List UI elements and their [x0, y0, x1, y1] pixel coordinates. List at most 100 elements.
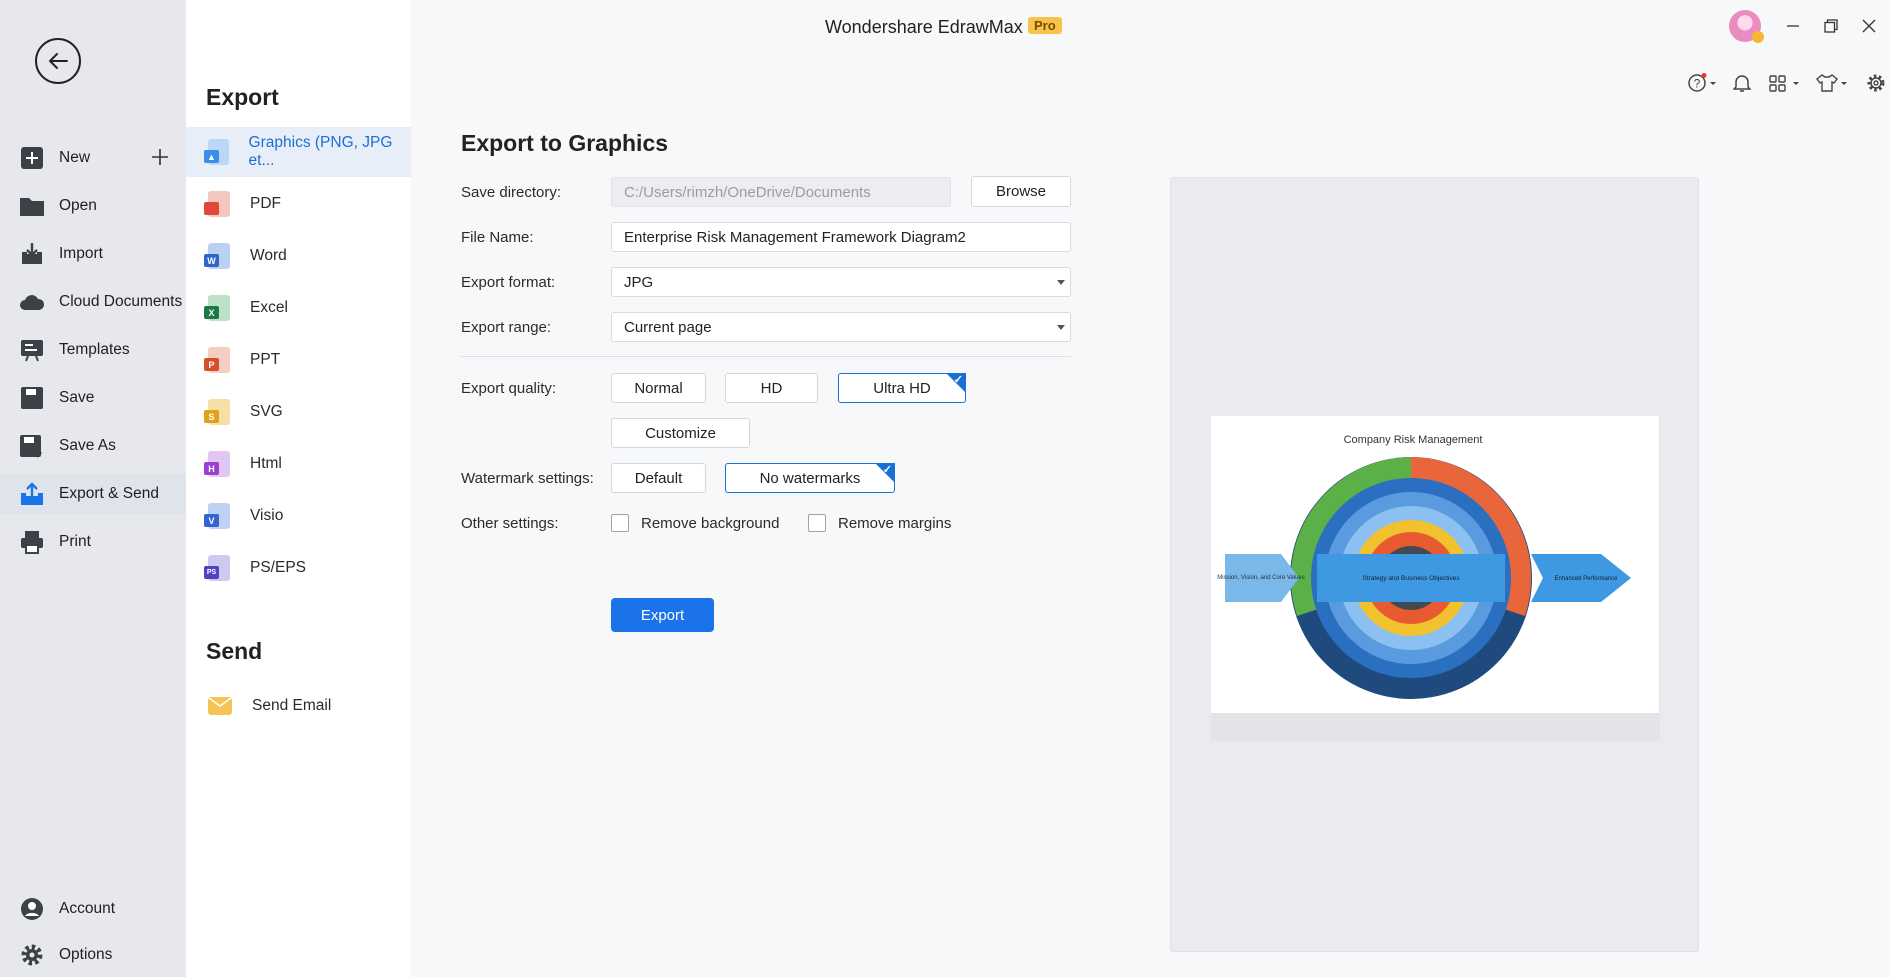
- export-range-label: Export range:: [461, 319, 552, 336]
- page-title: Export to Graphics: [461, 130, 669, 156]
- folder-icon: [19, 193, 45, 219]
- apps-grid-icon: [1769, 75, 1799, 92]
- menu-html[interactable]: H Html: [186, 439, 411, 489]
- watermark-default-button[interactable]: Default: [611, 463, 706, 493]
- nav-account[interactable]: Account: [0, 889, 186, 929]
- new-file-icon: [19, 145, 45, 171]
- visio-file-icon: V: [204, 503, 230, 529]
- divider: [461, 356, 1071, 357]
- restore-button[interactable]: [1819, 14, 1843, 38]
- svg-file-icon: S: [204, 399, 230, 425]
- excel-file-icon: X: [204, 295, 230, 321]
- no-watermarks-button[interactable]: No watermarks ✓: [725, 463, 895, 493]
- chevron-down-icon: [1057, 325, 1065, 330]
- ppt-file-icon: P: [204, 347, 230, 373]
- menu-graphics[interactable]: ▲ Graphics (PNG, JPG et...: [186, 127, 411, 177]
- word-file-icon: W: [204, 243, 230, 269]
- export-format-label: Export format:: [461, 274, 556, 291]
- export-range-select[interactable]: Current page: [611, 312, 1071, 342]
- save-directory-field: C:/Users/rimzh/OneDrive/Documents: [611, 177, 951, 207]
- menu-pdf[interactable]: PDF: [186, 179, 411, 229]
- customize-button[interactable]: Customize: [611, 418, 750, 448]
- nav-print-label: Print: [59, 533, 91, 550]
- account-icon: [19, 896, 45, 922]
- nav-open-label: Open: [59, 197, 97, 214]
- menu-svg-label: SVG: [250, 403, 283, 420]
- browse-button[interactable]: Browse: [971, 176, 1071, 207]
- menu-visio-label: Visio: [250, 507, 284, 524]
- nav-cloud-documents[interactable]: Cloud Documents: [0, 282, 186, 322]
- menu-ps-eps[interactable]: PS PS/EPS: [186, 543, 411, 593]
- eps-file-icon: PS: [204, 555, 230, 581]
- menu-graphics-label: Graphics (PNG, JPG et...: [248, 134, 393, 169]
- close-button[interactable]: [1857, 14, 1881, 38]
- menu-word[interactable]: W Word: [186, 231, 411, 281]
- cloud-icon: [19, 289, 45, 315]
- remove-background-checkbox[interactable]: [611, 514, 629, 532]
- nav-save-label: Save: [59, 389, 95, 406]
- nav-templates[interactable]: Templates: [0, 330, 186, 370]
- back-button[interactable]: [35, 38, 81, 84]
- menu-visio[interactable]: V Visio: [186, 491, 411, 541]
- quality-hd-button[interactable]: HD: [725, 373, 818, 403]
- printer-icon: [19, 529, 45, 555]
- nav-print[interactable]: Print: [0, 522, 186, 562]
- import-icon: [19, 241, 45, 267]
- navigation-rail: New Open Import Cloud Documents Template…: [0, 0, 186, 977]
- nav-new[interactable]: New: [0, 138, 186, 178]
- export-range-value: Current page: [624, 318, 712, 336]
- menu-pdf-label: PDF: [250, 195, 281, 212]
- menu-ppt[interactable]: P PPT: [186, 335, 411, 385]
- restore-icon: [1824, 19, 1838, 33]
- nav-export-send-label: Export & Send: [59, 485, 159, 502]
- plus-icon[interactable]: [150, 147, 170, 167]
- send-heading: Send: [206, 638, 263, 664]
- minimize-icon: [1787, 25, 1799, 27]
- menu-svg[interactable]: S SVG: [186, 387, 411, 437]
- export-format-select[interactable]: JPG: [611, 267, 1071, 297]
- menu-html-label: Html: [250, 455, 282, 472]
- help-menu[interactable]: ?: [1687, 72, 1717, 94]
- nav-options[interactable]: Options: [0, 935, 186, 975]
- checkmark-icon: ✓: [882, 464, 892, 476]
- remove-margins-label: Remove margins: [838, 515, 952, 532]
- diagram-thumbnail: Company Risk Management Mission, Vision,…: [1217, 434, 1631, 699]
- avatar[interactable]: [1729, 10, 1764, 43]
- templates-icon: [19, 337, 45, 363]
- watermark-label: Watermark settings:: [461, 470, 594, 487]
- quality-ultra-hd-button[interactable]: Ultra HD ✓: [838, 373, 966, 403]
- quality-normal-button[interactable]: Normal: [611, 373, 706, 403]
- image-file-icon: ▲: [204, 139, 229, 165]
- nav-save[interactable]: Save: [0, 378, 186, 418]
- main-panel: Wondershare EdrawMax Pro ? Export to Gra…: [411, 0, 1890, 977]
- menu-excel[interactable]: X Excel: [186, 283, 411, 333]
- remove-margins-checkbox[interactable]: [808, 514, 826, 532]
- nav-export-send[interactable]: Export & Send: [0, 474, 186, 514]
- menu-send-email-label: Send Email: [252, 697, 332, 714]
- menu-send-email[interactable]: Send Email: [186, 681, 411, 731]
- menu-ps-eps-label: PS/EPS: [250, 559, 306, 576]
- nav-import[interactable]: Import: [0, 234, 186, 274]
- file-name-input[interactable]: Enterprise Risk Management Framework Dia…: [611, 222, 1071, 252]
- settings-button[interactable]: [1866, 72, 1886, 94]
- menu-excel-label: Excel: [250, 299, 288, 316]
- nav-cloud-documents-label: Cloud Documents: [59, 293, 183, 310]
- save-directory-label: Save directory:: [461, 184, 562, 201]
- minimize-button[interactable]: [1781, 14, 1805, 38]
- nav-account-label: Account: [59, 900, 116, 917]
- save-as-icon: [19, 433, 45, 459]
- nav-open[interactable]: Open: [0, 186, 186, 226]
- svg-text:?: ?: [1694, 77, 1701, 91]
- theme-menu[interactable]: [1816, 72, 1848, 94]
- export-icon: [19, 481, 45, 507]
- nav-options-label: Options: [59, 946, 113, 963]
- menu-ppt-label: PPT: [250, 351, 281, 368]
- no-watermarks-label: No watermarks: [759, 469, 861, 487]
- export-button[interactable]: Export: [611, 598, 714, 632]
- bell-icon: [1733, 75, 1751, 92]
- remove-background-label: Remove background: [641, 515, 780, 532]
- notifications-button[interactable]: [1733, 72, 1751, 94]
- apps-menu[interactable]: [1769, 72, 1801, 94]
- nav-save-as[interactable]: Save As: [0, 426, 186, 466]
- export-heading: Export: [206, 84, 279, 110]
